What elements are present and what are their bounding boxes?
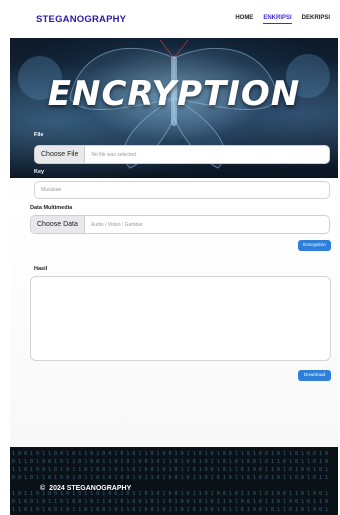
svg-text:0 1 0 0 1 0 1 1 0 1 0 0 1 0 1: 0 1 0 0 1 0 1 1 0 1 0 0 1 0 1 1 0 1 0 1 … [12,499,328,505]
key-input[interactable]: Masukan [34,181,330,199]
download-button[interactable]: Download [298,370,331,381]
copyright-text: 2024 STEGANOGRAPHY [49,485,132,492]
multimedia-status: Audio / Video / Gambar [90,221,143,228]
encryption-button[interactable]: Encryption [298,240,331,251]
result-label: Hasil [34,266,48,272]
file-label: File [34,132,44,138]
footer: 1 0 0 1 0 1 1 0 0 1 0 1 1 0 1 0 0 1 0 1 … [10,447,338,515]
nav-link-home[interactable]: HOME [235,15,253,23]
multimedia-input[interactable]: Choose Data Audio / Video / Gambar [30,215,330,234]
nav-links: HOME ENKRIPSI DEKRIPSI [235,15,330,24]
svg-text:1 1 0 1 0 1 0 0 1 0 1 1 0 1 0: 1 1 0 1 0 1 0 0 1 0 1 1 0 1 0 0 1 0 1 1 … [12,507,328,513]
footer-copyright: © 2024 STEGANOGRAPHY [40,485,131,492]
choose-data-button[interactable]: Choose Data [31,216,85,233]
svg-text:1 0 0 1 0 1 1 0 0 1 0 1 1 0 1: 1 0 0 1 0 1 1 0 0 1 0 1 1 0 1 0 0 1 0 1 … [12,451,328,457]
nav-link-dekripsi[interactable]: DEKRIPSI [302,15,330,23]
svg-text:0 0 1 0 1 1 0 1 0 0 1 0 1 1 0: 0 0 1 0 1 1 0 1 0 0 1 0 1 1 0 1 0 1 0 0 … [12,475,328,481]
copyright-icon: © [40,485,46,492]
navbar: STEGANOGRAPHY HOME ENKRIPSI DEKRIPSI [10,0,338,38]
footer-binary-background: 1 0 0 1 0 1 1 0 0 1 0 1 1 0 1 0 0 1 0 1 … [12,451,328,513]
result-textarea[interactable] [30,276,331,361]
multimedia-label: Data Multimedia [30,205,73,211]
nav-link-enkripsi[interactable]: ENKRIPSI [263,15,292,24]
svg-text:0 1 1 0 1 0 0 1 0 1 1 0 1 0 0: 0 1 1 0 1 0 0 1 0 1 1 0 1 0 0 1 1 0 1 0 … [12,459,328,465]
file-input[interactable]: Choose File No file was selected [34,145,330,164]
svg-text:1 1 0 1 0 0 1 0 1 0 1 1 0 1 0: 1 1 0 1 0 0 1 0 1 0 1 1 0 1 0 0 1 0 1 1 … [12,467,328,473]
page-frame: STEGANOGRAPHY HOME ENKRIPSI DEKRIPSI ENC… [10,0,338,515]
key-label: Key [34,169,45,175]
brand-logo[interactable]: STEGANOGRAPHY [36,14,126,25]
file-status: No file was selected [91,151,136,158]
choose-file-button[interactable]: Choose File [35,146,86,163]
hero-title: ENCRYPTION [47,74,301,114]
